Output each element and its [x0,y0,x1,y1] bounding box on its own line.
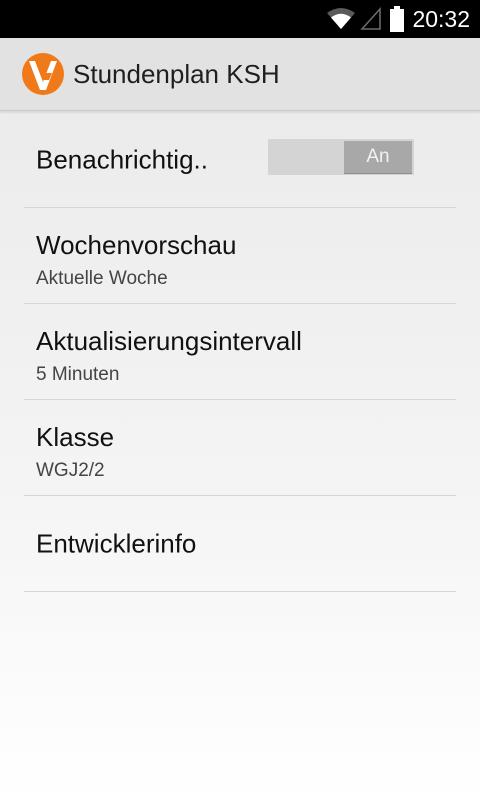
app-title: Stundenplan KSH [73,58,280,89]
pref-class-summary: WGJ2/2 [36,460,105,481]
status-bar: 20:32 [0,0,480,38]
pref-update-interval-title: Aktualisierungsintervall [36,326,302,356]
status-time: 20:32 [412,5,470,32]
switch-thumb: An [344,141,412,174]
pref-developer-info[interactable]: Entwicklerinfo [24,496,456,592]
pref-developer-info-title: Entwicklerinfo [36,528,197,558]
battery-icon [390,6,405,32]
app-logo-icon[interactable] [0,52,65,96]
pref-update-interval-summary: 5 Minuten [36,364,120,385]
pref-update-interval[interactable]: Aktualisierungsintervall 5 Minuten [24,304,456,400]
pref-notifications[interactable]: Benachrichtig.. An [24,112,456,208]
signal-icon [360,7,382,31]
pref-week-preview-summary: Aktuelle Woche [36,268,168,289]
pref-notifications-title: Benachrichtig.. [36,144,208,174]
wifi-icon [326,7,356,31]
pref-week-preview[interactable]: Wochenvorschau Aktuelle Woche [24,208,456,304]
notifications-switch[interactable]: An [268,139,414,175]
pref-class[interactable]: Klasse WGJ2/2 [24,400,456,496]
pref-week-preview-title: Wochenvorschau [36,230,237,260]
pref-class-title: Klasse [36,422,115,452]
status-icons: 20:32 [326,0,470,38]
preferences-list: Benachrichtig.. An Wochenvorschau Aktuel… [24,112,456,592]
action-bar: Stundenplan KSH [0,38,480,111]
